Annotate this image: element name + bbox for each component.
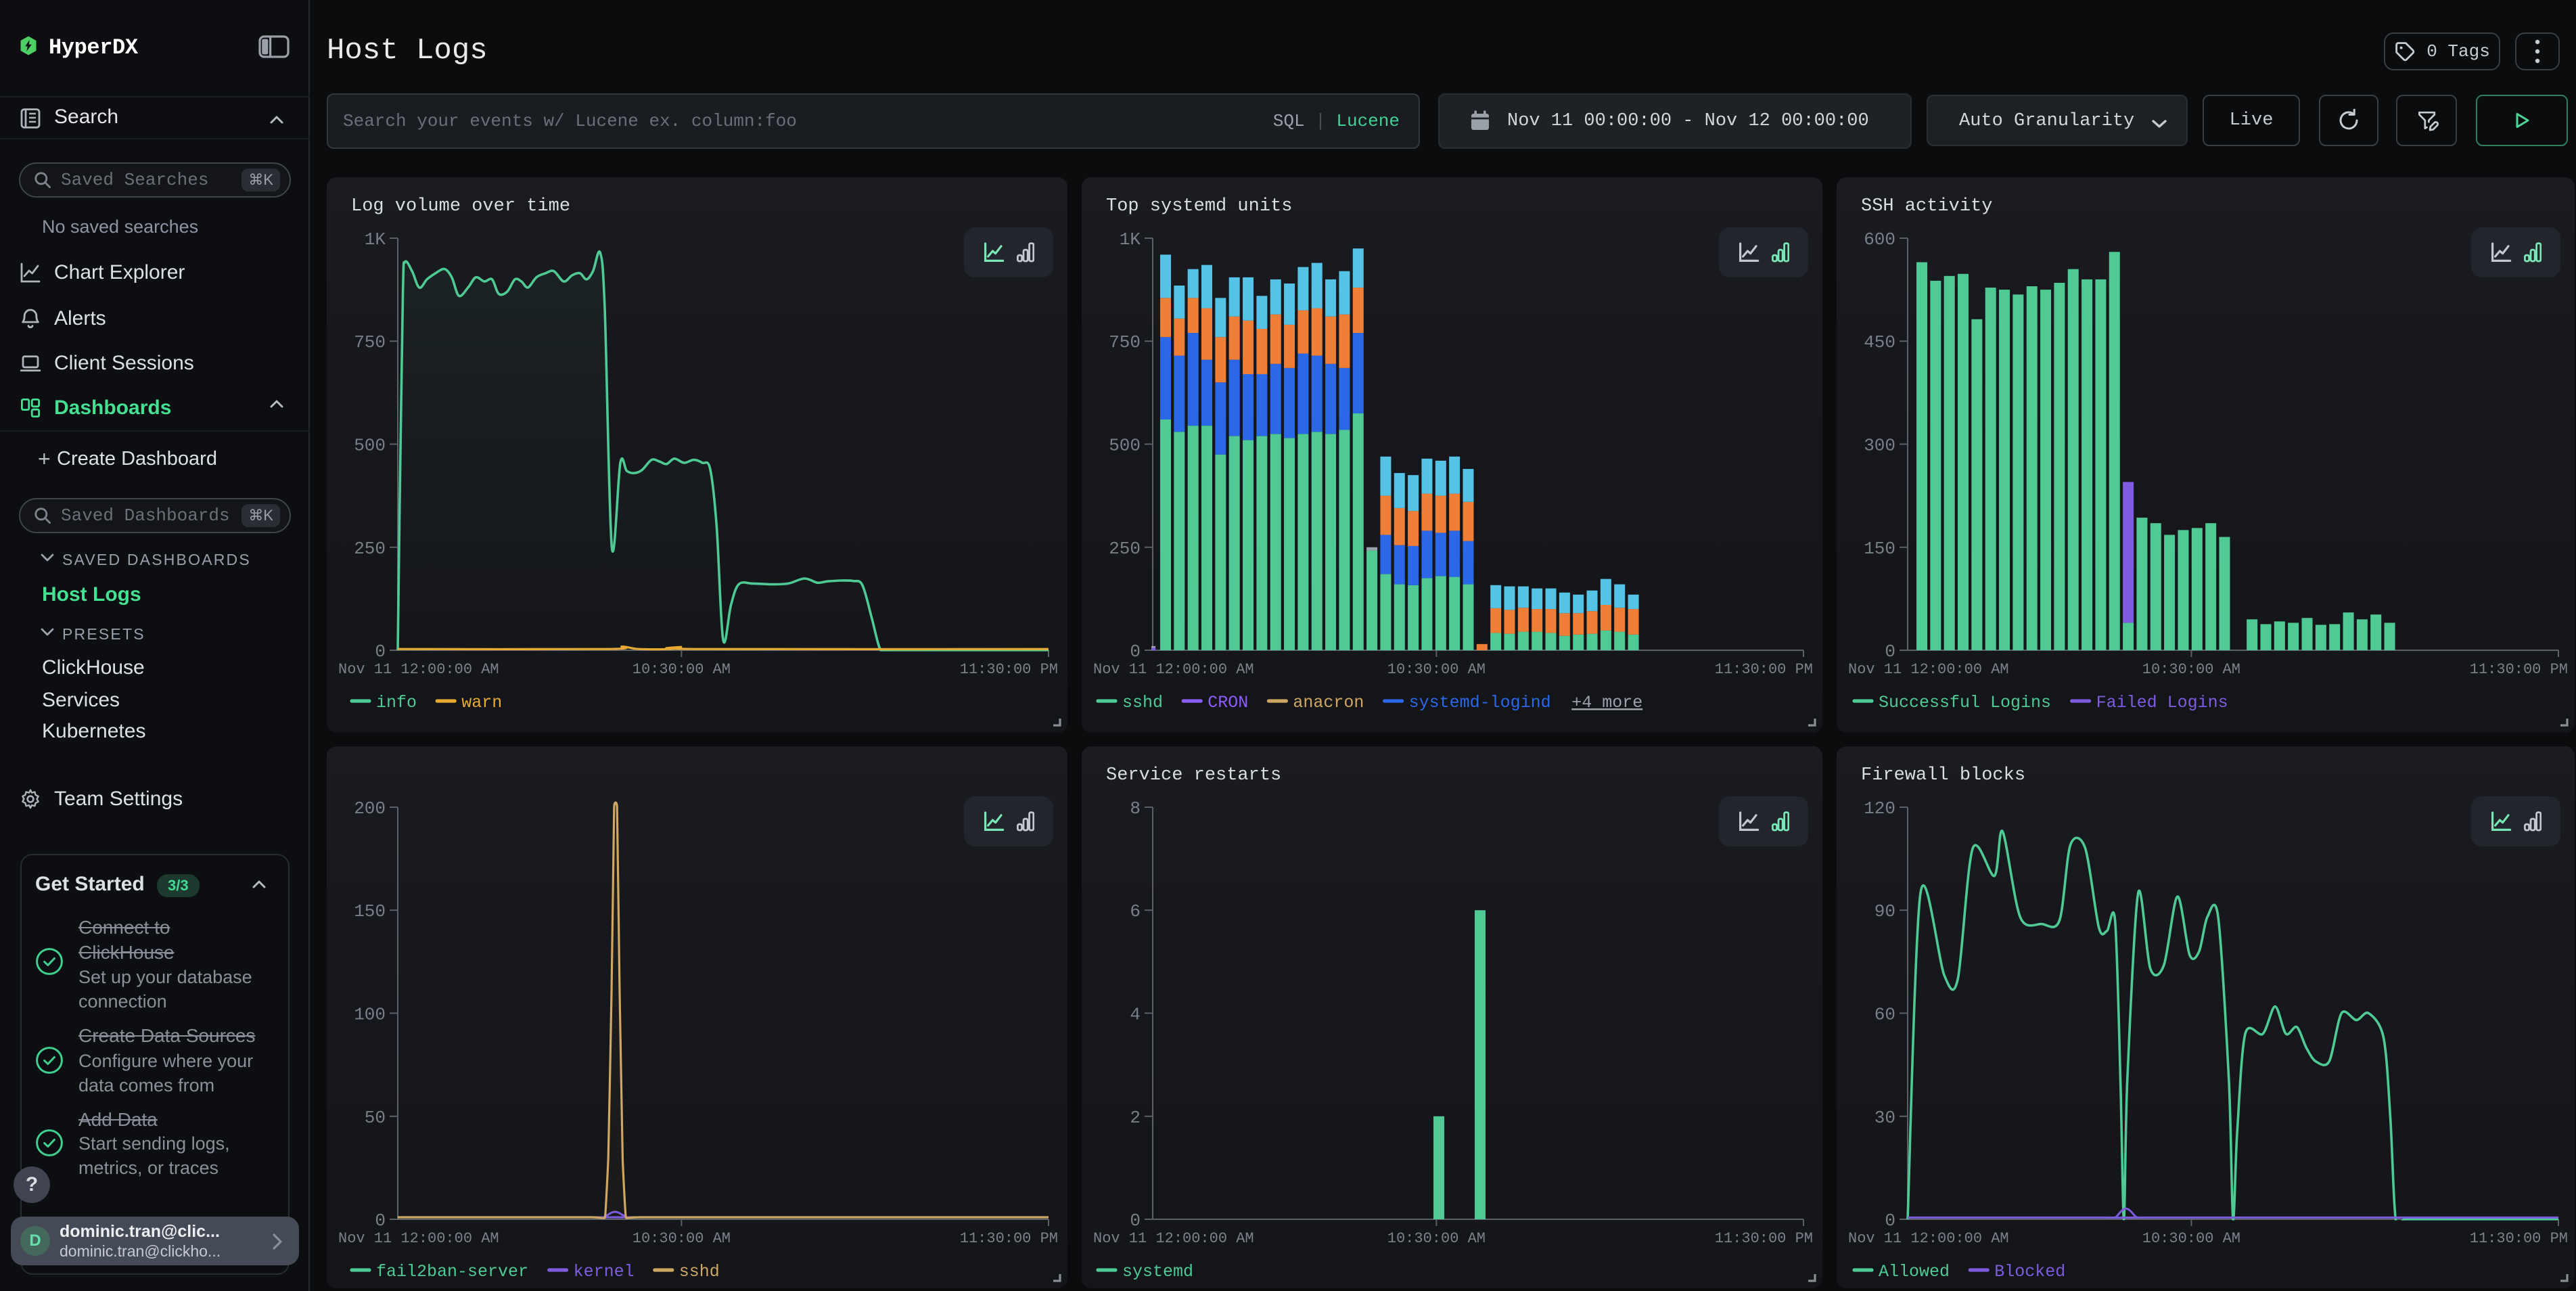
svg-text:kernel: kernel <box>574 1262 635 1282</box>
svg-text:systemd-logind: systemd-logind <box>1409 693 1551 712</box>
svg-text:10:30:00 AM: 10:30:00 AM <box>632 661 731 678</box>
svg-text:4: 4 <box>1130 1005 1141 1025</box>
svg-text:Nov 11 12:00:00 AM: Nov 11 12:00:00 AM <box>1093 1230 1254 1247</box>
svg-text:warn: warn <box>461 693 502 712</box>
svg-text:11:30:00 PM: 11:30:00 PM <box>1715 1230 1813 1247</box>
svg-text:1K: 1K <box>365 229 386 250</box>
svg-text:0: 0 <box>1885 1210 1895 1231</box>
svg-text:10:30:00 AM: 10:30:00 AM <box>632 1230 731 1247</box>
svg-text:500: 500 <box>1109 436 1141 456</box>
svg-text:+4 more: +4 more <box>1571 693 1642 712</box>
svg-text:250: 250 <box>354 539 386 559</box>
svg-text:2: 2 <box>1130 1108 1141 1128</box>
svg-text:50: 50 <box>365 1108 386 1128</box>
svg-text:0: 0 <box>375 641 386 662</box>
svg-text:Nov 11 12:00:00 AM: Nov 11 12:00:00 AM <box>1093 661 1254 678</box>
svg-text:0: 0 <box>1130 1210 1141 1231</box>
svg-text:11:30:00 PM: 11:30:00 PM <box>2470 661 2568 678</box>
svg-text:10:30:00 AM: 10:30:00 AM <box>1387 661 1486 678</box>
svg-text:11:30:00 PM: 11:30:00 PM <box>960 1230 1058 1247</box>
svg-text:600: 600 <box>1864 229 1895 250</box>
svg-text:sshd: sshd <box>1122 693 1163 712</box>
svg-text:0: 0 <box>1130 641 1141 662</box>
svg-text:Nov 11 12:00:00 AM: Nov 11 12:00:00 AM <box>338 1230 499 1247</box>
svg-text:fail2ban-server: fail2ban-server <box>376 1262 528 1282</box>
svg-text:200: 200 <box>354 798 386 819</box>
svg-text:10:30:00 AM: 10:30:00 AM <box>2142 1230 2240 1247</box>
svg-text:10:30:00 AM: 10:30:00 AM <box>1387 1230 1486 1247</box>
svg-text:sshd: sshd <box>679 1262 720 1282</box>
svg-text:11:30:00 PM: 11:30:00 PM <box>1715 661 1813 678</box>
svg-text:8: 8 <box>1130 798 1141 819</box>
svg-text:500: 500 <box>354 436 386 456</box>
svg-text:Successful Logins: Successful Logins <box>1879 693 2051 712</box>
svg-text:250: 250 <box>1109 539 1141 559</box>
svg-text:info: info <box>376 693 417 712</box>
svg-text:120: 120 <box>1864 798 1895 819</box>
svg-text:90: 90 <box>1874 901 1895 922</box>
svg-text:6: 6 <box>1130 901 1141 922</box>
svg-text:CRON: CRON <box>1208 693 1248 712</box>
svg-text:Nov 11 12:00:00 AM: Nov 11 12:00:00 AM <box>338 661 499 678</box>
svg-text:Allowed: Allowed <box>1879 1262 1950 1282</box>
svg-text:60: 60 <box>1874 1005 1895 1025</box>
svg-text:0: 0 <box>1885 641 1895 662</box>
svg-text:0: 0 <box>375 1210 386 1231</box>
svg-text:30: 30 <box>1874 1108 1895 1128</box>
svg-text:11:30:00 PM: 11:30:00 PM <box>2470 1230 2568 1247</box>
svg-text:300: 300 <box>1864 436 1895 456</box>
svg-text:systemd: systemd <box>1122 1262 1193 1282</box>
svg-text:Nov 11 12:00:00 AM: Nov 11 12:00:00 AM <box>1848 1230 2009 1247</box>
svg-text:150: 150 <box>1864 539 1895 559</box>
svg-text:Nov 11 12:00:00 AM: Nov 11 12:00:00 AM <box>1848 661 2009 678</box>
svg-text:1K: 1K <box>1120 229 1141 250</box>
svg-text:Failed Logins: Failed Logins <box>2096 693 2228 712</box>
svg-text:750: 750 <box>1109 332 1141 353</box>
svg-text:10:30:00 AM: 10:30:00 AM <box>2142 661 2240 678</box>
svg-text:anacron: anacron <box>1293 693 1364 712</box>
svg-text:100: 100 <box>354 1005 386 1025</box>
svg-text:Blocked: Blocked <box>1994 1262 2065 1282</box>
svg-text:750: 750 <box>354 332 386 353</box>
svg-text:150: 150 <box>354 901 386 922</box>
svg-text:450: 450 <box>1864 332 1895 353</box>
svg-text:11:30:00 PM: 11:30:00 PM <box>960 661 1058 678</box>
